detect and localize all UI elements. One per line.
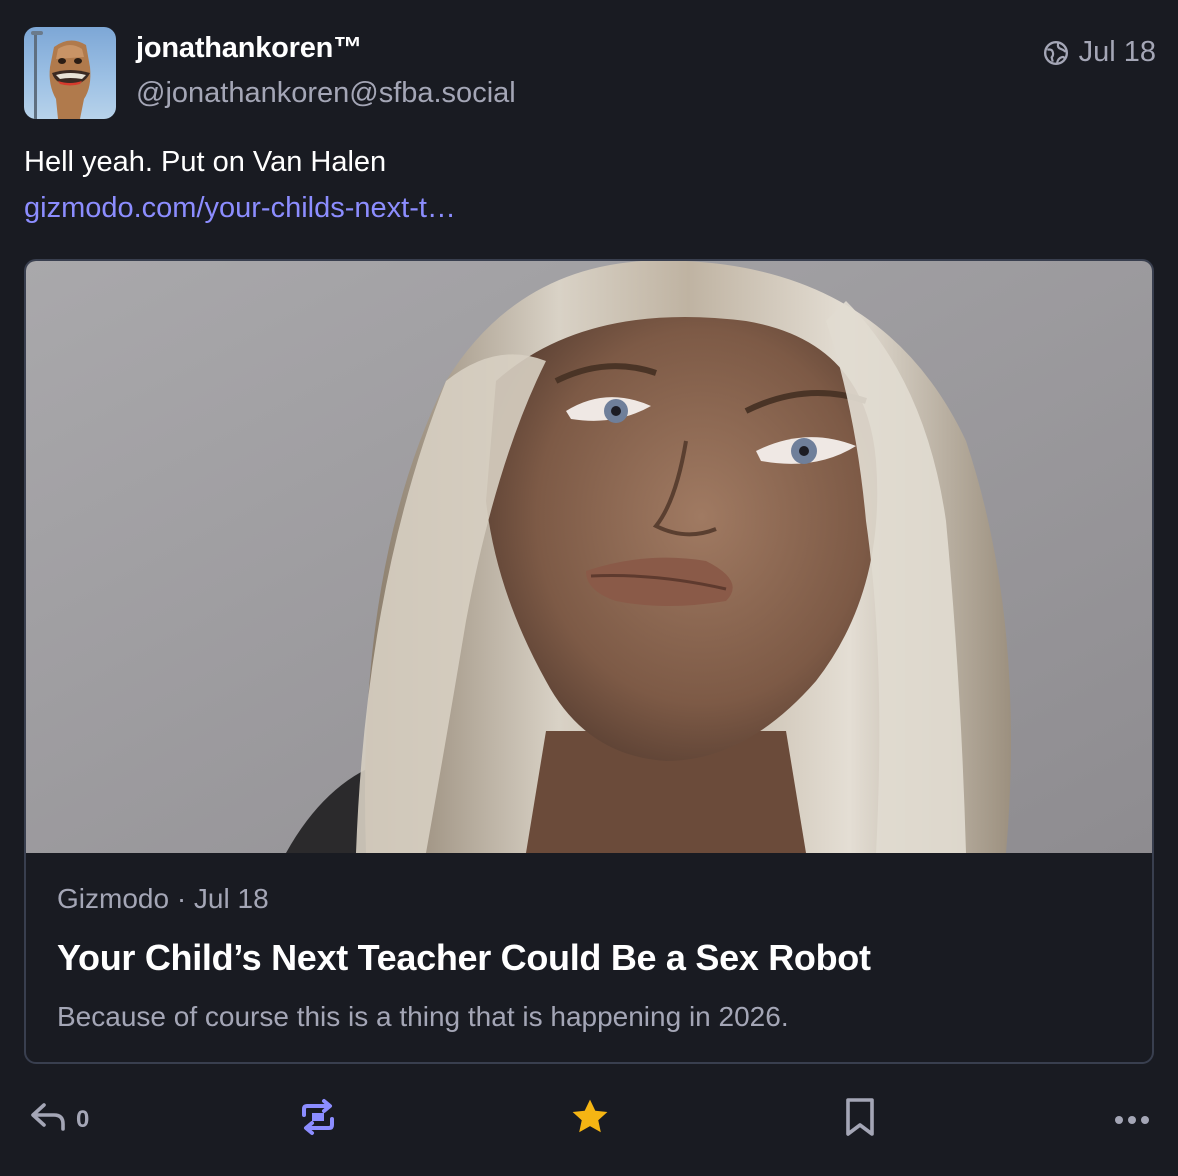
display-name[interactable]: jonathankoren™ bbox=[136, 32, 362, 65]
post-meta: Jul 18 bbox=[1043, 36, 1156, 69]
favourite-button[interactable] bbox=[568, 1090, 612, 1150]
globe-icon bbox=[1043, 40, 1069, 66]
card-image bbox=[26, 261, 1152, 853]
post-link[interactable]: gizmodo.com/your-childs-next-t… bbox=[24, 192, 456, 225]
link-preview-card[interactable]: Gizmodo · Jul 18 Your Child’s Next Teach… bbox=[24, 259, 1154, 1064]
bookmark-button[interactable] bbox=[842, 1090, 878, 1150]
boost-button[interactable] bbox=[298, 1090, 338, 1150]
action-bar: 0 bbox=[0, 1090, 1178, 1150]
more-button[interactable] bbox=[1112, 1090, 1152, 1150]
boost-icon bbox=[298, 1097, 338, 1144]
reply-count: 0 bbox=[76, 1106, 90, 1133]
card-source: Gizmodo · Jul 18 bbox=[57, 883, 269, 914]
card-title: Your Child’s Next Teacher Could Be a Sex… bbox=[57, 937, 871, 978]
account-handle[interactable]: @jonathankoren@sfba.social bbox=[136, 77, 516, 110]
bookmark-icon bbox=[842, 1096, 878, 1145]
reply-icon bbox=[28, 1099, 68, 1142]
more-icon bbox=[1112, 1106, 1152, 1134]
post-date[interactable]: Jul 18 bbox=[1079, 36, 1156, 69]
star-icon bbox=[568, 1095, 612, 1146]
reply-button[interactable]: 0 bbox=[28, 1090, 89, 1150]
avatar[interactable] bbox=[24, 27, 116, 119]
card-description: Because of course this is a thing that i… bbox=[57, 1001, 789, 1032]
status-post: jonathankoren™ @jonathankoren@sfba.socia… bbox=[0, 0, 1178, 1176]
post-text: Hell yeah. Put on Van Halen bbox=[24, 146, 387, 178]
